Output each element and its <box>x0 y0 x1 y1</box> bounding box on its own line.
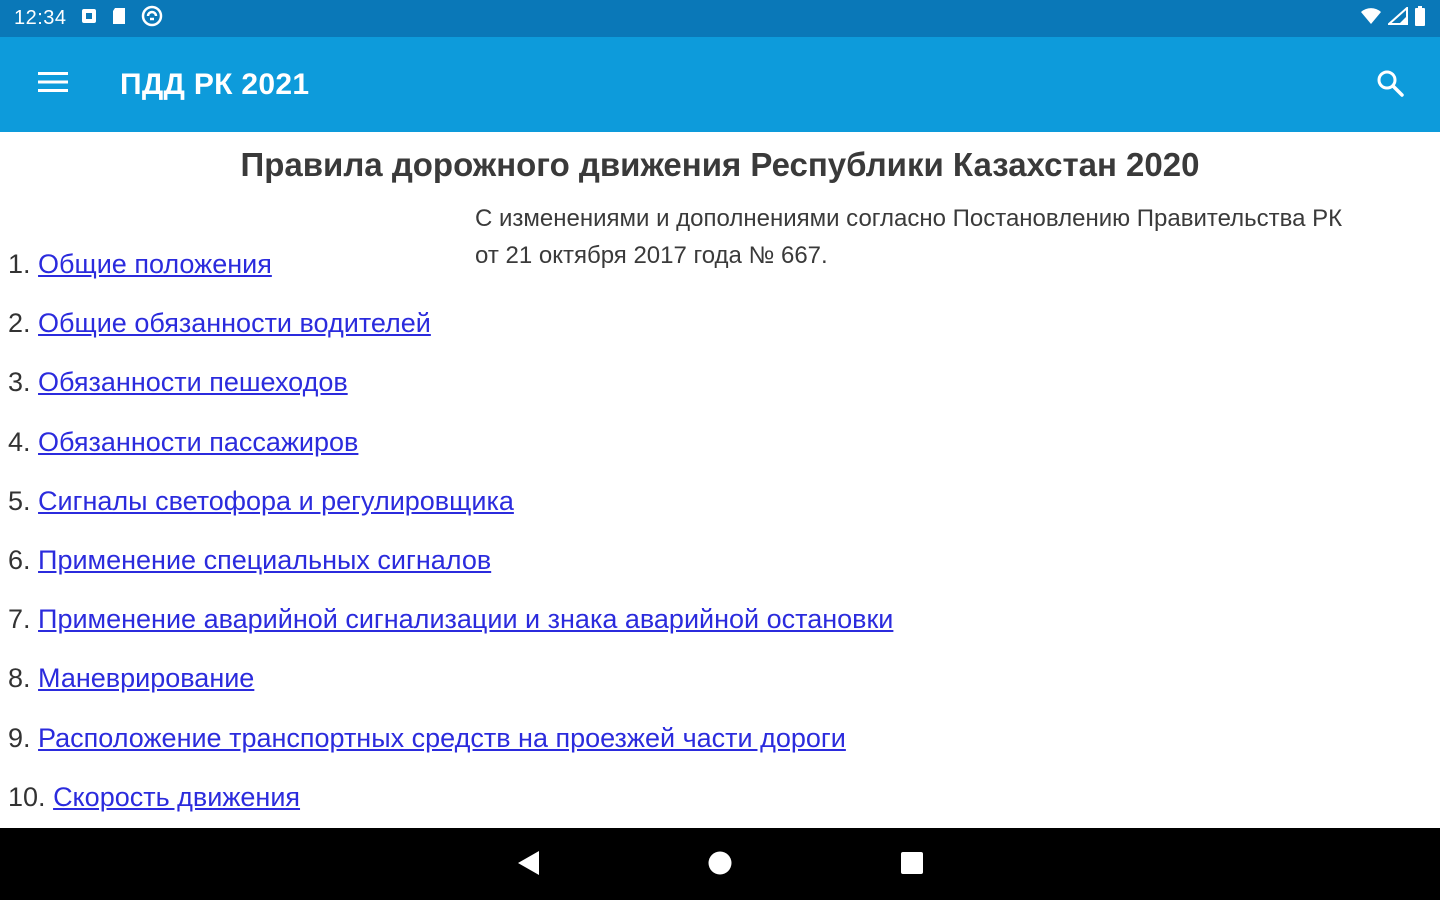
wifi-icon <box>1360 7 1382 30</box>
toc-number: 3. <box>8 367 31 398</box>
toc-item-4: 4. Обязанности пассажиров <box>8 423 893 482</box>
toc-item-6: 6. Применение специальных сигналов <box>8 541 893 600</box>
recents-button[interactable] <box>895 848 929 882</box>
home-icon <box>707 850 733 881</box>
toc-item-2: 2. Общие обязанности водителей <box>8 304 893 363</box>
toc-number: 5. <box>8 485 31 516</box>
sd-card-icon <box>111 7 127 30</box>
toc-link-hazard-signals[interactable]: Применение аварийной сигнализации и знак… <box>38 604 893 634</box>
navigation-bar <box>0 828 1440 900</box>
status-bar: 12:34 <box>0 0 1440 37</box>
document-note-line1: С изменениями и дополнениями согласно По… <box>475 205 1343 232</box>
toc-number: 1. <box>8 249 31 279</box>
toc-link-general-provisions[interactable]: Общие положения <box>38 249 272 279</box>
toc-link-pedestrian-duties[interactable]: Обязанности пешеходов <box>38 367 348 397</box>
toc-link-passenger-duties[interactable]: Обязанности пассажиров <box>38 427 358 457</box>
app-bar: ПДД РК 2021 <box>0 37 1440 132</box>
toc-link-driver-duties[interactable]: Общие обязанности водителей <box>38 308 431 338</box>
sync-icon <box>141 5 163 32</box>
hamburger-menu-icon <box>38 71 68 98</box>
toc-item-3: 3. Обязанности пешеходов <box>8 363 893 422</box>
toc-item-5: 5. Сигналы светофора и регулировщика <box>8 482 893 541</box>
toc-item-8: 8. Маневрирование <box>8 659 893 718</box>
search-button[interactable] <box>1370 65 1410 105</box>
status-right <box>1360 5 1426 31</box>
toc-number: 4. <box>8 426 31 457</box>
table-of-contents: 1. Общие положения 2. Общие обязанности … <box>8 245 893 828</box>
toc-number: 6. <box>8 544 31 575</box>
menu-button[interactable] <box>0 37 108 132</box>
toc-link-maneuvering[interactable]: Маневрирование <box>38 663 254 693</box>
back-icon <box>515 849 541 882</box>
battery-icon <box>1414 6 1426 31</box>
toc-number: 7. <box>8 604 31 635</box>
recents-icon <box>900 851 924 880</box>
toc-number: 2. <box>8 308 31 339</box>
status-time: 12:34 <box>14 7 67 29</box>
toc-link-traffic-signals[interactable]: Сигналы светофора и регулировщика <box>38 486 514 516</box>
status-left: 12:34 <box>14 5 163 32</box>
back-button[interactable] <box>511 848 545 882</box>
toc-item-9: 9. Расположение транспортных средств на … <box>8 719 893 778</box>
toc-link-speed[interactable]: Скорость движения <box>53 782 300 812</box>
cellular-signal-icon <box>1386 5 1408 30</box>
toc-item-10: 10. Скорость движения <box>8 778 893 828</box>
document-title: Правила дорожного движения Республики Ка… <box>240 146 1200 183</box>
document-content[interactable]: Правила дорожного движения Республики Ка… <box>0 132 1440 828</box>
notification-icon <box>81 8 97 29</box>
toc-number: 9. <box>8 722 31 753</box>
app-title: ПДД РК 2021 <box>120 67 310 101</box>
toc-link-special-signals[interactable]: Применение специальных сигналов <box>38 545 491 575</box>
search-icon <box>1376 69 1404 102</box>
toc-item-1: 1. Общие положения <box>8 245 893 304</box>
toc-item-7: 7. Применение аварийной сигнализации и з… <box>8 600 893 659</box>
toc-number: 10. <box>8 781 46 812</box>
toc-number: 8. <box>8 663 31 694</box>
home-button[interactable] <box>703 848 737 882</box>
toc-link-vehicle-position[interactable]: Расположение транспортных средств на про… <box>38 723 846 753</box>
